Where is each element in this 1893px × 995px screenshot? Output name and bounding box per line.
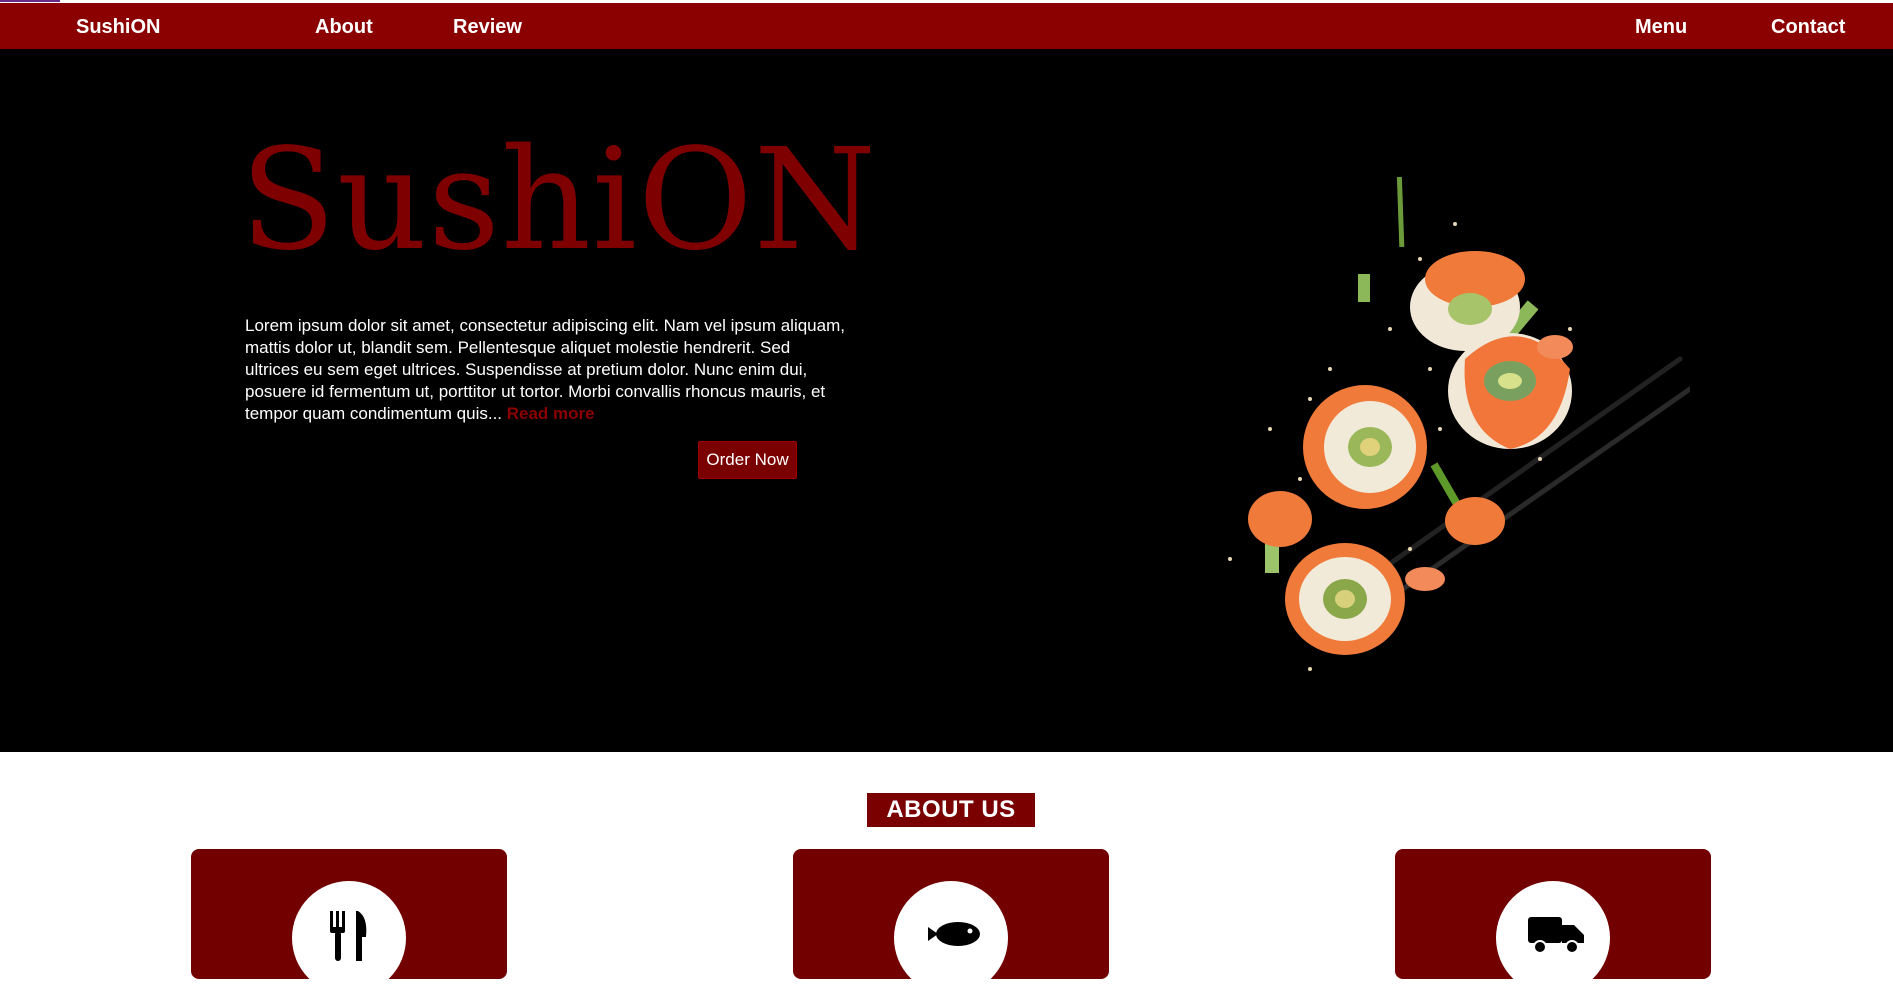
nav-menu-link[interactable]: Menu <box>1635 3 1687 49</box>
feature-card-delivery <box>1395 849 1711 995</box>
top-border-accent <box>0 0 60 2</box>
feature-icon-circle <box>894 881 1008 995</box>
nav-about-link[interactable]: About <box>315 3 373 49</box>
sushi-illustration <box>1228 176 1690 671</box>
about-heading: ABOUT US <box>867 793 1035 827</box>
read-more-link[interactable]: Read more <box>507 404 595 423</box>
feature-icon-circle <box>1496 881 1610 995</box>
truck-icon <box>1528 917 1584 954</box>
utensils-icon <box>330 911 367 961</box>
fish-icon <box>928 922 980 946</box>
feature-card-dining <box>191 849 507 995</box>
feature-icon-circle <box>292 881 406 995</box>
hero-title: SushiON <box>240 119 878 282</box>
nav-brand-link[interactable]: SushiON <box>76 3 160 49</box>
hero-section: SushiON Lorem ipsum dolor sit amet, cons… <box>0 49 1893 752</box>
nav-review-link[interactable]: Review <box>453 3 522 49</box>
about-section: ABOUT US <box>0 752 1893 995</box>
feature-card-fresh-fish <box>793 849 1109 995</box>
order-now-button[interactable]: Order Now <box>698 441 797 479</box>
navbar: SushiON About Review Menu Contact <box>0 3 1893 49</box>
hero-description: Lorem ipsum dolor sit amet, consectetur … <box>245 315 845 425</box>
nav-contact-link[interactable]: Contact <box>1771 3 1845 49</box>
